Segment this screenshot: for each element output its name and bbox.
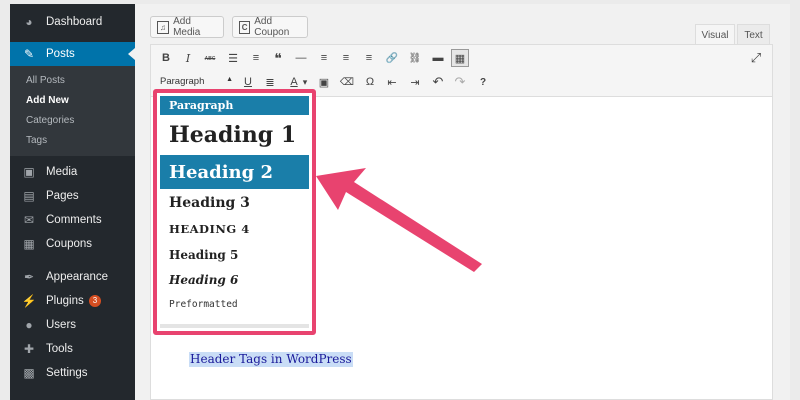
tab-text[interactable]: Text bbox=[737, 24, 770, 45]
align-right-button[interactable]: ≡ bbox=[360, 49, 378, 67]
sidebar-item-appearance[interactable]: ✒ Appearance bbox=[10, 265, 135, 289]
format-option-heading-6[interactable]: Heading 6 bbox=[160, 267, 309, 292]
plugins-icon: ⚡ bbox=[21, 294, 37, 308]
format-option-preformatted[interactable]: Preformatted bbox=[160, 292, 309, 317]
redo-button[interactable]: ↷ bbox=[451, 73, 469, 91]
format-option-paragraph[interactable]: Paragraph bbox=[160, 96, 309, 115]
submenu-item-all-posts[interactable]: All Posts bbox=[10, 70, 135, 90]
tools-icon: ✚ bbox=[23, 342, 35, 356]
clear-formatting-button[interactable]: ⌫ bbox=[338, 73, 356, 91]
media-icon: ▣ bbox=[23, 165, 35, 179]
sidebar-item-plugins[interactable]: ⚡ Plugins 3 bbox=[10, 289, 135, 313]
chevron-up-icon: ▲ bbox=[226, 76, 233, 83]
format-option-heading-4[interactable]: Heading 4 bbox=[160, 216, 309, 242]
dropdown-scrollbar[interactable] bbox=[160, 324, 309, 328]
numbered-list-button[interactable]: ≡ bbox=[247, 49, 265, 67]
format-dropdown: Paragraph Heading 1 Heading 2 Heading 3 … bbox=[153, 89, 316, 335]
italic-button[interactable]: I bbox=[179, 49, 197, 67]
submenu-item-add-new[interactable]: Add New bbox=[10, 90, 135, 110]
sidebar-item-pages[interactable]: ▤ Pages bbox=[10, 184, 135, 208]
media-icon: ♫ bbox=[157, 20, 170, 34]
insert-link-button[interactable]: 🔗 bbox=[383, 49, 401, 67]
sidebar-item-coupons[interactable]: ▦ Coupons bbox=[10, 232, 135, 256]
increase-indent-button[interactable]: ⇥ bbox=[406, 73, 424, 91]
coupons-icon: ▦ bbox=[23, 237, 35, 251]
remove-link-button[interactable]: ⛓ bbox=[406, 49, 424, 67]
format-select-value: Paragraph bbox=[160, 76, 205, 87]
sidebar-item-label: Plugins bbox=[46, 295, 84, 307]
tab-visual[interactable]: Visual bbox=[695, 24, 735, 45]
format-option-heading-3[interactable]: Heading 3 bbox=[160, 189, 309, 216]
decrease-indent-button[interactable]: ⇤ bbox=[383, 73, 401, 91]
add-coupon-button[interactable]: C Add Coupon bbox=[232, 16, 308, 38]
callout-arrow-icon bbox=[316, 168, 482, 272]
paste-as-text-button[interactable]: ▣ bbox=[315, 73, 333, 91]
sidebar-item-dashboard[interactable]: ◕ Dashboard bbox=[10, 10, 135, 34]
sidebar-item-label: Settings bbox=[46, 367, 88, 379]
fullscreen-button[interactable]: ⤢ bbox=[747, 49, 765, 67]
horizontal-line-button[interactable]: — bbox=[292, 49, 310, 67]
sidebar-item-label: Users bbox=[46, 319, 77, 331]
sidebar-item-posts[interactable]: ✎ Posts bbox=[10, 42, 135, 66]
help-button[interactable]: ? bbox=[474, 73, 492, 91]
comments-icon: ✉ bbox=[23, 213, 35, 227]
plugins-update-badge: 3 bbox=[88, 295, 102, 307]
appearance-icon: ✒ bbox=[23, 270, 35, 284]
sidebar-item-label: Dashboard bbox=[46, 16, 103, 28]
format-option-heading-2[interactable]: Heading 2 bbox=[160, 155, 309, 189]
undo-button[interactable]: ↶ bbox=[429, 73, 447, 91]
sidebar-item-label: Comments bbox=[46, 214, 102, 226]
admin-sidebar: ◕ Dashboard ✎ Posts All Posts Add New Ca… bbox=[10, 4, 135, 400]
sidebar-item-label: Tools bbox=[46, 343, 73, 355]
posts-submenu: All Posts Add New Categories Tags bbox=[10, 66, 135, 156]
bulleted-list-button[interactable]: ☰ bbox=[224, 49, 242, 67]
align-center-button[interactable]: ≡ bbox=[337, 49, 355, 67]
read-more-button[interactable]: ▬ bbox=[429, 49, 447, 67]
settings-icon: ▩ bbox=[23, 366, 35, 380]
pin-icon: ✎ bbox=[23, 47, 35, 61]
format-option-heading-1[interactable]: Heading 1 bbox=[160, 115, 309, 155]
sidebar-item-media[interactable]: ▣ Media bbox=[10, 160, 135, 184]
sidebar-item-label: Coupons bbox=[46, 238, 93, 250]
users-icon: ● bbox=[25, 318, 33, 332]
strikethrough-button[interactable]: ᴀʙᴄ bbox=[201, 49, 219, 67]
sidebar-item-settings[interactable]: ▩ Settings bbox=[10, 361, 135, 385]
add-coupon-label: Add Coupon bbox=[254, 16, 290, 38]
bold-button[interactable]: B bbox=[157, 49, 175, 67]
coupon-icon: C bbox=[239, 20, 251, 34]
sidebar-item-users[interactable]: ● Users bbox=[10, 313, 135, 337]
selected-content-text[interactable]: Header Tags in WordPress bbox=[189, 352, 353, 367]
format-select[interactable]: Paragraph ▲ bbox=[157, 73, 237, 90]
sidebar-item-label: Appearance bbox=[46, 271, 109, 283]
add-media-label: Add Media bbox=[173, 16, 201, 38]
submenu-item-tags[interactable]: Tags bbox=[10, 130, 135, 150]
wordpress-admin-frame: ◕ Dashboard ✎ Posts All Posts Add New Ca… bbox=[10, 4, 790, 400]
sidebar-item-tools[interactable]: ✚ Tools bbox=[10, 337, 135, 361]
dashboard-icon: ◕ bbox=[25, 15, 33, 29]
special-character-button[interactable]: Ω bbox=[361, 73, 379, 91]
sidebar-item-label: Pages bbox=[46, 190, 79, 202]
sidebar-item-label: Media bbox=[46, 166, 78, 178]
submenu-item-categories[interactable]: Categories bbox=[10, 110, 135, 130]
blockquote-button[interactable]: ❝ bbox=[269, 49, 287, 67]
pages-icon: ▤ bbox=[23, 189, 35, 203]
add-media-button[interactable]: ♫ Add Media bbox=[150, 16, 224, 38]
sidebar-item-label: Posts bbox=[46, 48, 75, 60]
toolbar-toggle-button[interactable]: ▦ bbox=[451, 49, 469, 67]
format-option-heading-5[interactable]: Heading 5 bbox=[160, 242, 309, 267]
sidebar-item-comments[interactable]: ✉ Comments bbox=[10, 208, 135, 232]
align-left-button[interactable]: ≡ bbox=[315, 49, 333, 67]
